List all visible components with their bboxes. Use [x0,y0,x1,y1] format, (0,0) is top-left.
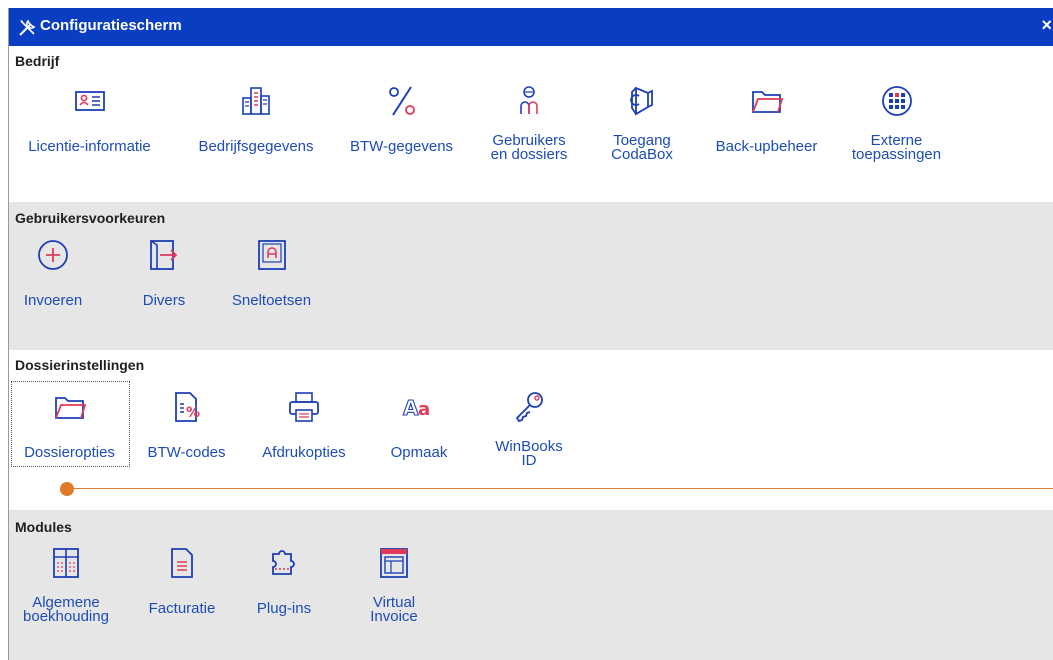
section-bedrijf: Bedrijf Licentie-informatie Bedrijfsgege… [9,46,1053,194]
item-bedrijfsgegevens[interactable]: Bedrijfsgegevens [186,84,326,174]
item-label: WinBooks ID [479,439,579,469]
item-licentie-informatie[interactable]: Licentie-informatie [17,84,162,174]
item-label: Divers [142,292,186,309]
item-gebruikers-en-dossiers[interactable]: Gebruikers en dossiers [479,84,579,174]
item-label: Toegang CodaBox [597,133,687,163]
ledger-icon [53,548,79,578]
section-title-modules: Modules [15,519,72,535]
item-label-line2: boekhouding [23,608,109,625]
item-winbooks-id[interactable]: WinBooks ID [479,390,579,470]
item-dossieropties[interactable]: Dossieropties [11,390,128,470]
window-title: Configuratiescherm [40,17,182,34]
item-label-line2: toepassingen [851,146,942,163]
codabox-icon [630,86,653,116]
item-algemene-boekhouding[interactable]: Algemene boekhouding [11,546,121,636]
orange-divider-line [67,488,1053,489]
item-label: Dossieropties [24,444,115,461]
folder-icon [54,397,86,419]
item-opmaak[interactable]: A a Opmaak [379,390,459,470]
id-card-icon [74,91,105,111]
grid-circle-icon [881,86,912,116]
building-icon [242,87,270,115]
keyboard-key-icon [257,240,286,270]
users-icon [520,86,538,114]
virtual-invoice-icon [380,548,408,578]
key-icon [515,392,543,423]
item-label: Plug-ins [256,600,312,617]
item-label: Opmaak [390,444,448,461]
item-plug-ins[interactable]: Plug-ins [244,546,324,636]
svg-text:%: % [186,405,200,421]
item-label: Gebruikers en dossiers [479,133,579,163]
puzzle-icon [272,550,295,575]
item-btw-codes[interactable]: % BTW-codes [139,390,234,470]
item-afdrukopties[interactable]: Afdrukopties [244,390,364,470]
section-title-bedrijf: Bedrijf [15,53,60,69]
divider-dot [60,482,74,496]
folder-icon [751,91,783,113]
config-window: Configuratiescherm × Bedrijf Licentie-in… [8,8,1053,660]
percent-icon [388,86,415,116]
item-label-line2: en dossiers [490,146,568,163]
door-arrow-icon [150,240,178,270]
item-divers[interactable]: Divers [134,238,194,328]
item-label-line2: Invoice [370,608,418,625]
item-label: Externe toepassingen [839,133,954,163]
plus-circle-icon [38,240,68,270]
item-facturatie[interactable]: Facturatie [137,546,227,636]
item-label-line2: CodaBox [611,146,673,163]
close-button[interactable]: × [1041,15,1052,36]
item-label: Afdrukopties [262,444,346,461]
item-toegang-codabox[interactable]: Toegang CodaBox [597,84,687,174]
font-icon: A a [402,395,430,420]
tools-icon [19,19,36,36]
title-bar: Configuratiescherm × [9,8,1053,46]
document-percent-icon: % [174,392,200,422]
item-btw-gegevens[interactable]: BTW-gegevens [339,84,464,174]
svg-text:A: A [403,396,419,420]
printer-icon [289,392,319,422]
section-gebruikersvoorkeuren: Gebruikersvoorkeuren Invoeren Divers Sne [9,202,1053,350]
item-virtual-invoice[interactable]: Virtual Invoice [354,546,434,636]
item-label: BTW-codes [147,444,226,461]
item-label: Licentie-informatie [28,138,151,155]
item-back-upbeheer[interactable]: Back-upbeheer [704,84,829,174]
item-label: Facturatie [148,600,216,617]
section-modules: Modules Algemene boekhouding Facturatie [9,510,1053,660]
item-label: Sneltoetsen [231,292,312,309]
item-invoeren[interactable]: Invoeren [13,238,93,328]
section-dossierinstellingen: Dossierinstellingen Dossieropties % BTW-… [9,350,1053,510]
item-label: Back-upbeheer [715,138,818,155]
item-label-line2: ID [521,452,537,469]
section-title-dossierinstellingen: Dossierinstellingen [15,357,145,373]
item-label: Virtual Invoice [354,595,434,625]
invoice-icon [171,548,193,578]
item-label: BTW-gegevens [349,138,454,155]
section-title-gebruikersvoorkeuren: Gebruikersvoorkeuren [15,210,166,226]
item-externe-toepassingen[interactable]: Externe toepassingen [839,84,954,174]
item-sneltoetsen[interactable]: Sneltoetsen [219,238,324,328]
item-label: Algemene boekhouding [11,595,121,625]
item-label: Invoeren [23,292,83,309]
svg-text:a: a [418,399,430,420]
item-label: Bedrijfsgegevens [198,138,314,155]
